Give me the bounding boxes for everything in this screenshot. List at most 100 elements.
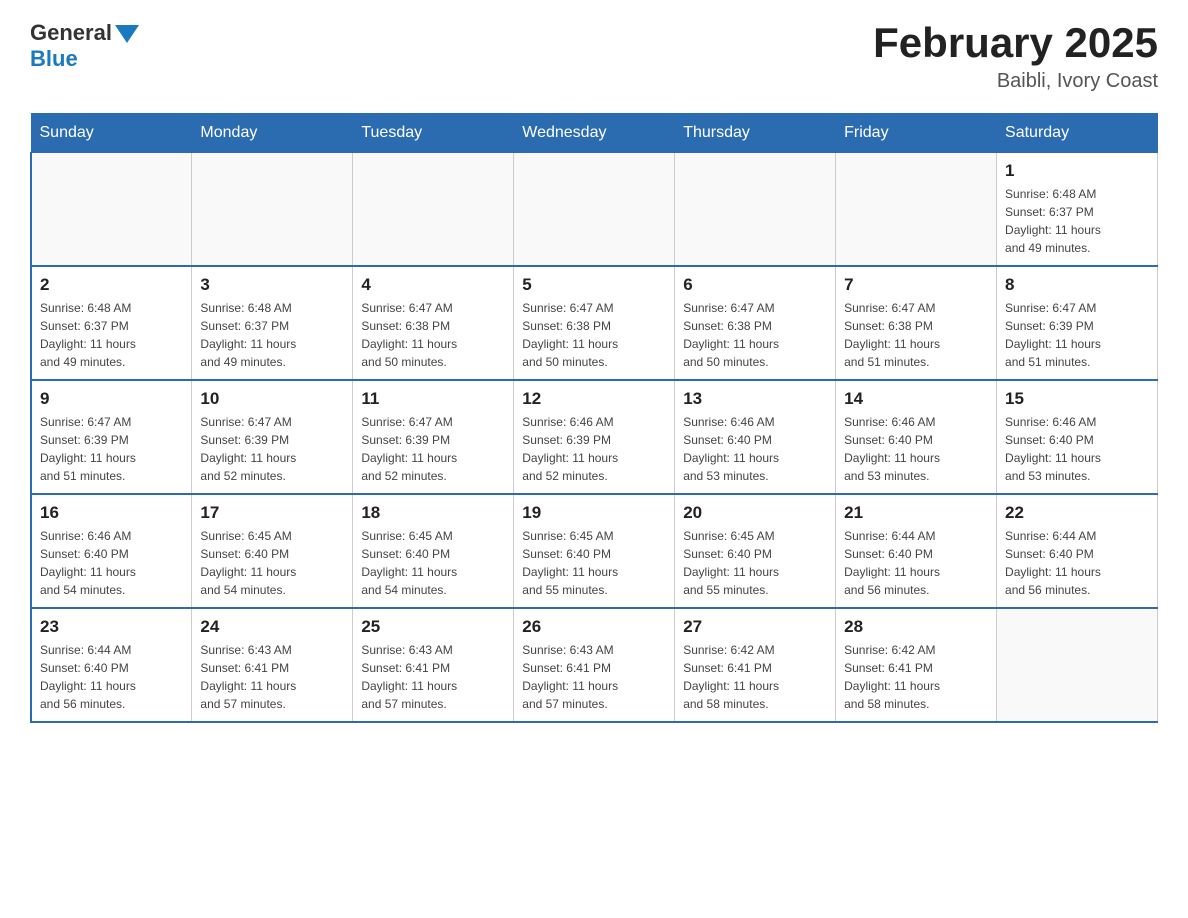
day-info: Sunrise: 6:47 AM Sunset: 6:39 PM Dayligh… [361, 413, 505, 485]
calendar-day-cell: 18 Sunrise: 6:45 AM Sunset: 6:40 PM Dayli… [353, 494, 514, 608]
day-number: 18 [361, 503, 505, 523]
day-number: 6 [683, 275, 827, 295]
logo-blue-text: Blue [30, 46, 139, 72]
day-info: Sunrise: 6:46 AM Sunset: 6:40 PM Dayligh… [844, 413, 988, 485]
calendar-day-cell [31, 153, 192, 267]
day-info: Sunrise: 6:47 AM Sunset: 6:39 PM Dayligh… [1005, 299, 1149, 371]
day-info: Sunrise: 6:43 AM Sunset: 6:41 PM Dayligh… [522, 641, 666, 713]
calendar-day-cell: 11 Sunrise: 6:47 AM Sunset: 6:39 PM Dayli… [353, 380, 514, 494]
day-info: Sunrise: 6:47 AM Sunset: 6:38 PM Dayligh… [683, 299, 827, 371]
day-number: 14 [844, 389, 988, 409]
day-number: 10 [200, 389, 344, 409]
day-number: 17 [200, 503, 344, 523]
day-number: 24 [200, 617, 344, 637]
calendar-day-cell: 5 Sunrise: 6:47 AM Sunset: 6:38 PM Daylig… [514, 266, 675, 380]
day-number: 13 [683, 389, 827, 409]
day-info: Sunrise: 6:47 AM Sunset: 6:38 PM Dayligh… [361, 299, 505, 371]
calendar-title: February 2025 [873, 20, 1158, 66]
calendar-day-header: Sunday [31, 114, 192, 153]
day-info: Sunrise: 6:44 AM Sunset: 6:40 PM Dayligh… [1005, 527, 1149, 599]
calendar-day-cell: 24 Sunrise: 6:43 AM Sunset: 6:41 PM Dayli… [192, 608, 353, 722]
calendar-day-cell: 21 Sunrise: 6:44 AM Sunset: 6:40 PM Dayli… [836, 494, 997, 608]
calendar-day-cell: 7 Sunrise: 6:47 AM Sunset: 6:38 PM Daylig… [836, 266, 997, 380]
day-number: 9 [40, 389, 183, 409]
day-info: Sunrise: 6:48 AM Sunset: 6:37 PM Dayligh… [200, 299, 344, 371]
calendar-day-header: Tuesday [353, 114, 514, 153]
calendar-week-row: 1 Sunrise: 6:48 AM Sunset: 6:37 PM Daylig… [31, 153, 1158, 267]
calendar-day-cell [675, 153, 836, 267]
day-number: 12 [522, 389, 666, 409]
day-info: Sunrise: 6:47 AM Sunset: 6:39 PM Dayligh… [200, 413, 344, 485]
day-info: Sunrise: 6:47 AM Sunset: 6:38 PM Dayligh… [522, 299, 666, 371]
calendar-day-cell [836, 153, 997, 267]
day-number: 16 [40, 503, 183, 523]
day-info: Sunrise: 6:46 AM Sunset: 6:40 PM Dayligh… [683, 413, 827, 485]
calendar-day-cell: 1 Sunrise: 6:48 AM Sunset: 6:37 PM Daylig… [997, 153, 1158, 267]
day-number: 11 [361, 389, 505, 409]
day-info: Sunrise: 6:45 AM Sunset: 6:40 PM Dayligh… [361, 527, 505, 599]
calendar-week-row: 16Sunrise: 6:46 AM Sunset: 6:40 PM Dayli… [31, 494, 1158, 608]
day-number: 5 [522, 275, 666, 295]
calendar-week-row: 9 Sunrise: 6:47 AM Sunset: 6:39 PM Daylig… [31, 380, 1158, 494]
day-info: Sunrise: 6:48 AM Sunset: 6:37 PM Dayligh… [40, 299, 183, 371]
calendar-day-header: Monday [192, 114, 353, 153]
calendar-day-cell: 15 Sunrise: 6:46 AM Sunset: 6:40 PM Dayli… [997, 380, 1158, 494]
calendar-day-cell: 25 Sunrise: 6:43 AM Sunset: 6:41 PM Dayli… [353, 608, 514, 722]
calendar-day-cell: 4 Sunrise: 6:47 AM Sunset: 6:38 PM Daylig… [353, 266, 514, 380]
day-info: Sunrise: 6:45 AM Sunset: 6:40 PM Dayligh… [522, 527, 666, 599]
calendar-day-header: Saturday [997, 114, 1158, 153]
calendar-day-cell: 6 Sunrise: 6:47 AM Sunset: 6:38 PM Daylig… [675, 266, 836, 380]
day-number: 7 [844, 275, 988, 295]
calendar-day-cell [997, 608, 1158, 722]
title-section: February 2025 Baibli, Ivory Coast [873, 20, 1158, 93]
day-number: 27 [683, 617, 827, 637]
calendar-day-cell: 2 Sunrise: 6:48 AM Sunset: 6:37 PM Daylig… [31, 266, 192, 380]
calendar-day-header: Wednesday [514, 114, 675, 153]
calendar-day-cell: 16Sunrise: 6:46 AM Sunset: 6:40 PM Dayli… [31, 494, 192, 608]
day-info: Sunrise: 6:43 AM Sunset: 6:41 PM Dayligh… [200, 641, 344, 713]
day-number: 23 [40, 617, 183, 637]
day-number: 20 [683, 503, 827, 523]
day-number: 8 [1005, 275, 1149, 295]
calendar-body: 1 Sunrise: 6:48 AM Sunset: 6:37 PM Daylig… [31, 153, 1158, 723]
calendar-day-cell: 12 Sunrise: 6:46 AM Sunset: 6:39 PM Dayli… [514, 380, 675, 494]
calendar-day-cell: 22 Sunrise: 6:44 AM Sunset: 6:40 PM Dayli… [997, 494, 1158, 608]
day-number: 25 [361, 617, 505, 637]
day-number: 21 [844, 503, 988, 523]
day-info: Sunrise: 6:44 AM Sunset: 6:40 PM Dayligh… [844, 527, 988, 599]
day-info: Sunrise: 6:47 AM Sunset: 6:38 PM Dayligh… [844, 299, 988, 371]
calendar-day-cell: 19 Sunrise: 6:45 AM Sunset: 6:40 PM Dayli… [514, 494, 675, 608]
calendar-day-cell: 14 Sunrise: 6:46 AM Sunset: 6:40 PM Dayli… [836, 380, 997, 494]
day-number: 19 [522, 503, 666, 523]
day-info: Sunrise: 6:42 AM Sunset: 6:41 PM Dayligh… [683, 641, 827, 713]
day-info: Sunrise: 6:47 AM Sunset: 6:39 PM Dayligh… [40, 413, 183, 485]
calendar-day-cell [353, 153, 514, 267]
calendar-day-cell [192, 153, 353, 267]
calendar-day-cell: 13 Sunrise: 6:46 AM Sunset: 6:40 PM Dayli… [675, 380, 836, 494]
day-info: Sunrise: 6:42 AM Sunset: 6:41 PM Dayligh… [844, 641, 988, 713]
day-number: 22 [1005, 503, 1149, 523]
calendar-day-header: Thursday [675, 114, 836, 153]
day-number: 4 [361, 275, 505, 295]
day-info: Sunrise: 6:46 AM Sunset: 6:40 PM Dayligh… [1005, 413, 1149, 485]
day-info: Sunrise: 6:46 AM Sunset: 6:39 PM Dayligh… [522, 413, 666, 485]
calendar-day-cell: 27 Sunrise: 6:42 AM Sunset: 6:41 PM Dayli… [675, 608, 836, 722]
calendar-day-cell: 28 Sunrise: 6:42 AM Sunset: 6:41 PM Dayli… [836, 608, 997, 722]
calendar-header: SundayMondayTuesdayWednesdayThursdayFrid… [31, 114, 1158, 153]
calendar-day-header: Friday [836, 114, 997, 153]
day-number: 3 [200, 275, 344, 295]
day-info: Sunrise: 6:45 AM Sunset: 6:40 PM Dayligh… [683, 527, 827, 599]
calendar-day-cell: 3 Sunrise: 6:48 AM Sunset: 6:37 PM Daylig… [192, 266, 353, 380]
calendar-week-row: 23Sunrise: 6:44 AM Sunset: 6:40 PM Dayli… [31, 608, 1158, 722]
day-number: 2 [40, 275, 183, 295]
day-number: 28 [844, 617, 988, 637]
calendar-day-cell: 17Sunrise: 6:45 AM Sunset: 6:40 PM Dayli… [192, 494, 353, 608]
day-info: Sunrise: 6:48 AM Sunset: 6:37 PM Dayligh… [1005, 185, 1149, 257]
day-number: 1 [1005, 161, 1149, 181]
calendar-subtitle: Baibli, Ivory Coast [873, 70, 1158, 93]
logo: General Blue [30, 20, 139, 72]
day-number: 15 [1005, 389, 1149, 409]
day-info: Sunrise: 6:43 AM Sunset: 6:41 PM Dayligh… [361, 641, 505, 713]
logo-triangle-icon [115, 25, 139, 43]
calendar-week-row: 2 Sunrise: 6:48 AM Sunset: 6:37 PM Daylig… [31, 266, 1158, 380]
